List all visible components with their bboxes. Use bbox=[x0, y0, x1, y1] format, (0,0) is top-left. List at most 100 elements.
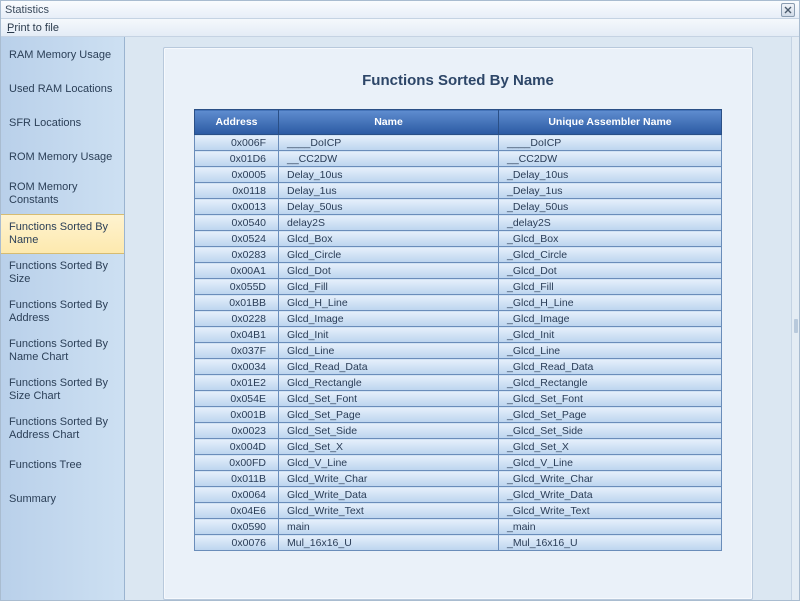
cell-unique-assembler-name: _Glcd_Set_X bbox=[499, 439, 722, 455]
table-row[interactable]: 0x0283Glcd_Circle_Glcd_Circle bbox=[195, 247, 722, 263]
cell-name: Glcd_Set_Page bbox=[279, 407, 499, 423]
sidebar-item[interactable]: Functions Tree bbox=[1, 449, 124, 483]
main-area: Functions Sorted By Name Address Name Un… bbox=[125, 37, 791, 600]
sidebar-item-label: Functions Sorted By Address bbox=[9, 299, 116, 325]
sidebar-item[interactable]: Functions Sorted By Size Chart bbox=[1, 371, 124, 410]
cell-address: 0x0228 bbox=[195, 311, 279, 327]
cell-name: Delay_10us bbox=[279, 167, 499, 183]
cell-name: __CC2DW bbox=[279, 151, 499, 167]
table-row[interactable]: 0x037FGlcd_Line_Glcd_Line bbox=[195, 343, 722, 359]
table-row[interactable]: 0x00A1Glcd_Dot_Glcd_Dot bbox=[195, 263, 722, 279]
cell-address: 0x0540 bbox=[195, 215, 279, 231]
table-row[interactable]: 0x0590main_main bbox=[195, 519, 722, 535]
vertical-scrollbar[interactable] bbox=[791, 37, 799, 600]
cell-unique-assembler-name: _Glcd_Image bbox=[499, 311, 722, 327]
cell-name: Glcd_H_Line bbox=[279, 295, 499, 311]
table-row[interactable]: 0x011BGlcd_Write_Char_Glcd_Write_Char bbox=[195, 471, 722, 487]
cell-name: Glcd_V_Line bbox=[279, 455, 499, 471]
table-row[interactable]: 0x054EGlcd_Set_Font_Glcd_Set_Font bbox=[195, 391, 722, 407]
cell-address: 0x0034 bbox=[195, 359, 279, 375]
cell-address: 0x0023 bbox=[195, 423, 279, 439]
table-row[interactable]: 0x004DGlcd_Set_X_Glcd_Set_X bbox=[195, 439, 722, 455]
sidebar-item[interactable]: Functions Sorted By Name Chart bbox=[1, 332, 124, 371]
sidebar-item[interactable]: Functions Sorted By Size bbox=[1, 254, 124, 293]
cell-name: Glcd_Image bbox=[279, 311, 499, 327]
cell-unique-assembler-name: _Glcd_Init bbox=[499, 327, 722, 343]
cell-address: 0x055D bbox=[195, 279, 279, 295]
cell-name: Mul_16x16_U bbox=[279, 535, 499, 551]
sidebar-item[interactable]: Functions Sorted By Address Chart bbox=[1, 410, 124, 449]
cell-address: 0x0524 bbox=[195, 231, 279, 247]
cell-name: Delay_50us bbox=[279, 199, 499, 215]
sidebar-item-label: SFR Locations bbox=[9, 117, 81, 130]
workspace: RAM Memory Usage Used RAM Locations SFR Lo… bbox=[1, 37, 799, 600]
sidebar-item[interactable]: Summary bbox=[1, 483, 124, 517]
table-row[interactable]: 0x0540delay2S_delay2S bbox=[195, 215, 722, 231]
sidebar-item[interactable]: ROM Memory Usage bbox=[1, 141, 124, 175]
table-row[interactable]: 0x0524Glcd_Box_Glcd_Box bbox=[195, 231, 722, 247]
cell-name: Glcd_Read_Data bbox=[279, 359, 499, 375]
table-row[interactable]: 0x00FDGlcd_V_Line_Glcd_V_Line bbox=[195, 455, 722, 471]
page-title: Functions Sorted By Name bbox=[194, 72, 722, 89]
cell-name: Delay_1us bbox=[279, 183, 499, 199]
cell-name: Glcd_Fill bbox=[279, 279, 499, 295]
sidebar-item-label: Summary bbox=[9, 493, 56, 506]
cell-name: Glcd_Dot bbox=[279, 263, 499, 279]
cell-name: Glcd_Box bbox=[279, 231, 499, 247]
cell-unique-assembler-name: _Glcd_Write_Char bbox=[499, 471, 722, 487]
cell-unique-assembler-name: _Glcd_Write_Data bbox=[499, 487, 722, 503]
col-name[interactable]: Name bbox=[279, 110, 499, 135]
sidebar-item[interactable]: Functions Sorted By Name bbox=[1, 214, 124, 254]
table-row[interactable]: 0x0005Delay_10us_Delay_10us bbox=[195, 167, 722, 183]
cell-address: 0x037F bbox=[195, 343, 279, 359]
table-row[interactable]: 0x0064Glcd_Write_Data_Glcd_Write_Data bbox=[195, 487, 722, 503]
cell-unique-assembler-name: _Glcd_V_Line bbox=[499, 455, 722, 471]
menu-print-to-file[interactable]: Print to file bbox=[7, 22, 59, 34]
sidebar-item[interactable]: RAM Memory Usage bbox=[1, 39, 124, 73]
cell-address: 0x00FD bbox=[195, 455, 279, 471]
table-row[interactable]: 0x006F____DoICP____DoICP bbox=[195, 135, 722, 151]
cell-name: Glcd_Write_Data bbox=[279, 487, 499, 503]
table-row[interactable]: 0x0023Glcd_Set_Side_Glcd_Set_Side bbox=[195, 423, 722, 439]
sidebar-item[interactable]: Used RAM Locations bbox=[1, 73, 124, 107]
cell-unique-assembler-name: _Glcd_Dot bbox=[499, 263, 722, 279]
cell-name: Glcd_Set_Side bbox=[279, 423, 499, 439]
table-row[interactable]: 0x0118Delay_1us_Delay_1us bbox=[195, 183, 722, 199]
close-icon[interactable] bbox=[781, 3, 795, 17]
table-row[interactable]: 0x0076Mul_16x16_U_Mul_16x16_U bbox=[195, 535, 722, 551]
table-row[interactable]: 0x001BGlcd_Set_Page_Glcd_Set_Page bbox=[195, 407, 722, 423]
table-row[interactable]: 0x055DGlcd_Fill_Glcd_Fill bbox=[195, 279, 722, 295]
sidebar-item-label: RAM Memory Usage bbox=[9, 49, 111, 62]
sidebar-item-label: Functions Tree bbox=[9, 459, 82, 472]
sidebar-item-label: Functions Sorted By Size Chart bbox=[9, 377, 116, 403]
cell-unique-assembler-name: _delay2S bbox=[499, 215, 722, 231]
sidebar-item[interactable]: ROM Memory Constants bbox=[1, 175, 124, 214]
cell-unique-assembler-name: _Glcd_Read_Data bbox=[499, 359, 722, 375]
table-row[interactable]: 0x0013Delay_50us_Delay_50us bbox=[195, 199, 722, 215]
col-unique-assembler-name[interactable]: Unique Assembler Name bbox=[499, 110, 722, 135]
table-row[interactable]: 0x01D6__CC2DW__CC2DW bbox=[195, 151, 722, 167]
cell-name: Glcd_Rectangle bbox=[279, 375, 499, 391]
table-row[interactable]: 0x04B1Glcd_Init_Glcd_Init bbox=[195, 327, 722, 343]
cell-address: 0x054E bbox=[195, 391, 279, 407]
sidebar-item[interactable]: SFR Locations bbox=[1, 107, 124, 141]
sidebar-item-label: Functions Sorted By Name bbox=[9, 221, 116, 247]
menubar: Print to file bbox=[1, 19, 799, 37]
sidebar-item[interactable]: Functions Sorted By Address bbox=[1, 293, 124, 332]
cell-name: Glcd_Init bbox=[279, 327, 499, 343]
cell-address: 0x001B bbox=[195, 407, 279, 423]
cell-unique-assembler-name: __CC2DW bbox=[499, 151, 722, 167]
cell-name: Glcd_Line bbox=[279, 343, 499, 359]
col-address[interactable]: Address bbox=[195, 110, 279, 135]
cell-address: 0x04E6 bbox=[195, 503, 279, 519]
window-title: Statistics bbox=[5, 4, 49, 16]
sidebar-item-label: Used RAM Locations bbox=[9, 83, 112, 96]
cell-unique-assembler-name: _Glcd_Set_Side bbox=[499, 423, 722, 439]
table-row[interactable]: 0x01BBGlcd_H_Line_Glcd_H_Line bbox=[195, 295, 722, 311]
table-row[interactable]: 0x0228Glcd_Image_Glcd_Image bbox=[195, 311, 722, 327]
table-row[interactable]: 0x01E2Glcd_Rectangle_Glcd_Rectangle bbox=[195, 375, 722, 391]
functions-table: Address Name Unique Assembler Name 0x006… bbox=[194, 109, 722, 551]
cell-name: Glcd_Write_Char bbox=[279, 471, 499, 487]
table-row[interactable]: 0x04E6Glcd_Write_Text_Glcd_Write_Text bbox=[195, 503, 722, 519]
table-row[interactable]: 0x0034Glcd_Read_Data_Glcd_Read_Data bbox=[195, 359, 722, 375]
